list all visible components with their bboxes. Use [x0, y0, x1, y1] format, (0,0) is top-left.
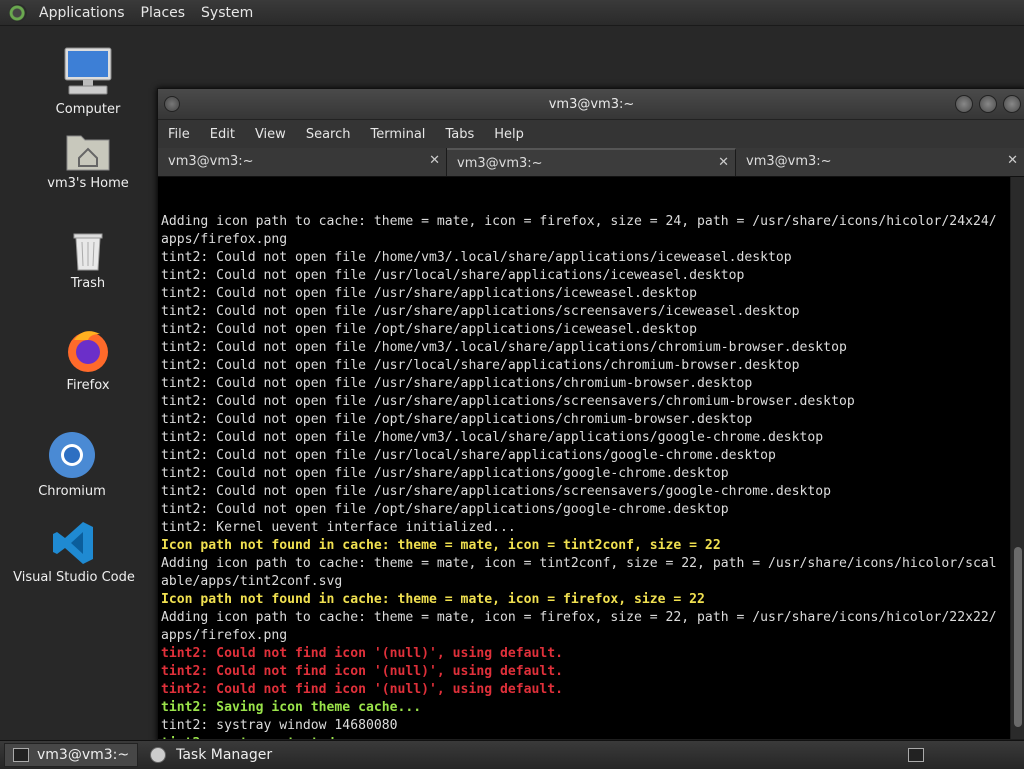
tab-close-icon[interactable]: ✕: [718, 155, 729, 170]
desktop-icon-label: Chromium: [38, 484, 106, 499]
terminal-tab-1[interactable]: vm3@vm3:~ ✕: [158, 148, 447, 176]
terminal-tab-2[interactable]: vm3@vm3:~ ✕: [447, 148, 736, 176]
tab-close-icon[interactable]: ✕: [429, 153, 440, 168]
menu-edit[interactable]: Edit: [200, 127, 245, 142]
output-line: Adding icon path to cache: theme = mate,…: [161, 556, 997, 571]
taskbar-item-task-manager[interactable]: Task Manager: [142, 744, 280, 766]
menu-search[interactable]: Search: [296, 127, 361, 142]
home-folder-icon: [66, 135, 110, 171]
desktop-icon-vscode[interactable]: Visual Studio Code: [0, 520, 149, 585]
desktop-icon-label: Computer: [55, 102, 121, 117]
output-line: apps/firefox.png: [161, 628, 288, 643]
output-line: tint2: Kernel uevent interface initializ…: [161, 520, 516, 535]
output-line: tint2: Could not open file /opt/share/ap…: [161, 412, 753, 427]
output-line: Adding icon path to cache: theme = mate,…: [161, 214, 997, 229]
bottom-taskbar: vm3@vm3:~ Task Manager: [0, 740, 1024, 769]
menu-tabs[interactable]: Tabs: [435, 127, 484, 142]
tab-bar: vm3@vm3:~ ✕ vm3@vm3:~ ✕ vm3@vm3:~ ✕: [158, 148, 1024, 177]
task-manager-icon: [150, 747, 167, 763]
taskbar-item-label: Task Manager: [176, 747, 273, 763]
output-line: tint2: Could not open file /opt/share/ap…: [161, 502, 729, 517]
output-line: tint2: Could not open file /opt/share/ap…: [161, 322, 698, 337]
terminal-scrollbar[interactable]: [1011, 177, 1024, 739]
output-line: tint2: Could not open file /usr/share/ap…: [161, 484, 832, 499]
desktop-icon-computer[interactable]: Computer: [13, 46, 163, 117]
top-panel: Applications Places System: [0, 0, 1024, 26]
output-line: tint2: systray started: [161, 735, 1010, 739]
output-line: tint2: Could not open file /home/vm3/.lo…: [161, 340, 847, 355]
tab-label: vm3@vm3:~: [457, 156, 543, 171]
output-line: tint2: Could not open file /usr/local/sh…: [161, 358, 800, 373]
computer-icon: [64, 47, 112, 95]
tab-label: vm3@vm3:~: [746, 154, 832, 169]
mate-logo-icon[interactable]: [9, 3, 27, 22]
menu-places[interactable]: Places: [133, 5, 194, 21]
output-line: tint2: Saving icon theme cache...: [161, 700, 422, 715]
output-line: tint2: Could not open file /usr/local/sh…: [161, 448, 776, 463]
menu-file[interactable]: File: [158, 127, 200, 142]
desktop-icon-label: Visual Studio Code: [13, 570, 135, 585]
terminal-icon: [13, 748, 29, 762]
desktop-icon-firefox[interactable]: Firefox: [13, 326, 163, 393]
close-button[interactable]: [1003, 95, 1021, 113]
taskbar-item-label: vm3@vm3:~: [37, 747, 130, 763]
output-line: tint2: Could not open file /usr/share/ap…: [161, 304, 800, 319]
window-title: vm3@vm3:~: [548, 96, 635, 112]
output-line: tint2: Could not open file /home/vm3/.lo…: [161, 250, 792, 265]
desktop-icon-home[interactable]: vm3's Home: [13, 128, 163, 191]
desktop-icon-label: Trash: [70, 276, 106, 291]
maximize-button[interactable]: [979, 95, 997, 113]
menu-applications[interactable]: Applications: [31, 5, 133, 21]
menu-terminal[interactable]: Terminal: [360, 127, 435, 142]
vscode-icon: [53, 522, 93, 564]
output-line: tint2: Could not open file /usr/share/ap…: [161, 394, 855, 409]
desktop-icon-chromium[interactable]: Chromium: [0, 430, 147, 499]
desktop-icon-label: Firefox: [66, 378, 110, 393]
output-line: tint2: Could not find icon '(null)', usi…: [161, 682, 564, 697]
desktop-icon-label: vm3's Home: [47, 176, 129, 191]
output-line: Adding icon path to cache: theme = mate,…: [161, 610, 997, 625]
minimize-button[interactable]: [955, 95, 973, 113]
tab-label: vm3@vm3:~: [168, 154, 254, 169]
terminal-tab-3[interactable]: vm3@vm3:~ ✕: [736, 148, 1024, 176]
output-line: Icon path not found in cache: theme = ma…: [161, 592, 705, 607]
window-menu-button[interactable]: [164, 96, 180, 112]
terminal-window: vm3@vm3:~ File Edit View Search Terminal…: [157, 88, 1024, 742]
output-line: apps/firefox.png: [161, 232, 288, 247]
menu-bar: File Edit View Search Terminal Tabs Help: [158, 120, 1024, 148]
menu-help[interactable]: Help: [484, 127, 534, 142]
tab-close-icon[interactable]: ✕: [1007, 153, 1018, 168]
output-line: Icon path not found in cache: theme = ma…: [161, 538, 721, 553]
output-line: tint2: Could not open file /home/vm3/.lo…: [161, 430, 824, 445]
output-lines: Adding icon path to cache: theme = mate,…: [161, 213, 1010, 739]
output-line: tint2: Could not find icon '(null)', usi…: [161, 664, 564, 679]
desktop-icon-trash[interactable]: Trash: [13, 228, 163, 291]
output-line: tint2: Could not open file /usr/share/ap…: [161, 466, 729, 481]
menu-system[interactable]: System: [193, 5, 261, 21]
trash-icon: [73, 233, 103, 271]
taskbar-item-terminal[interactable]: vm3@vm3:~: [4, 743, 139, 767]
output-line: tint2: systray window 14680080: [161, 718, 398, 733]
output-line: tint2: Could not open file /usr/share/ap…: [161, 376, 753, 391]
output-line: tint2: Could not find icon '(null)', usi…: [161, 646, 564, 661]
system-tray-terminal-icon[interactable]: [908, 748, 924, 762]
firefox-icon: [68, 331, 108, 372]
chromium-icon: [49, 432, 95, 478]
output-line: able/apps/tint2conf.svg: [161, 574, 343, 589]
output-line: tint2: Could not open file /usr/share/ap…: [161, 286, 698, 301]
window-titlebar[interactable]: vm3@vm3:~: [158, 89, 1024, 120]
output-line: tint2: Could not open file /usr/local/sh…: [161, 268, 745, 283]
scrollbar-thumb[interactable]: [1014, 547, 1022, 727]
terminal-output[interactable]: Adding icon path to cache: theme = mate,…: [158, 177, 1010, 739]
menu-view[interactable]: View: [245, 127, 296, 142]
